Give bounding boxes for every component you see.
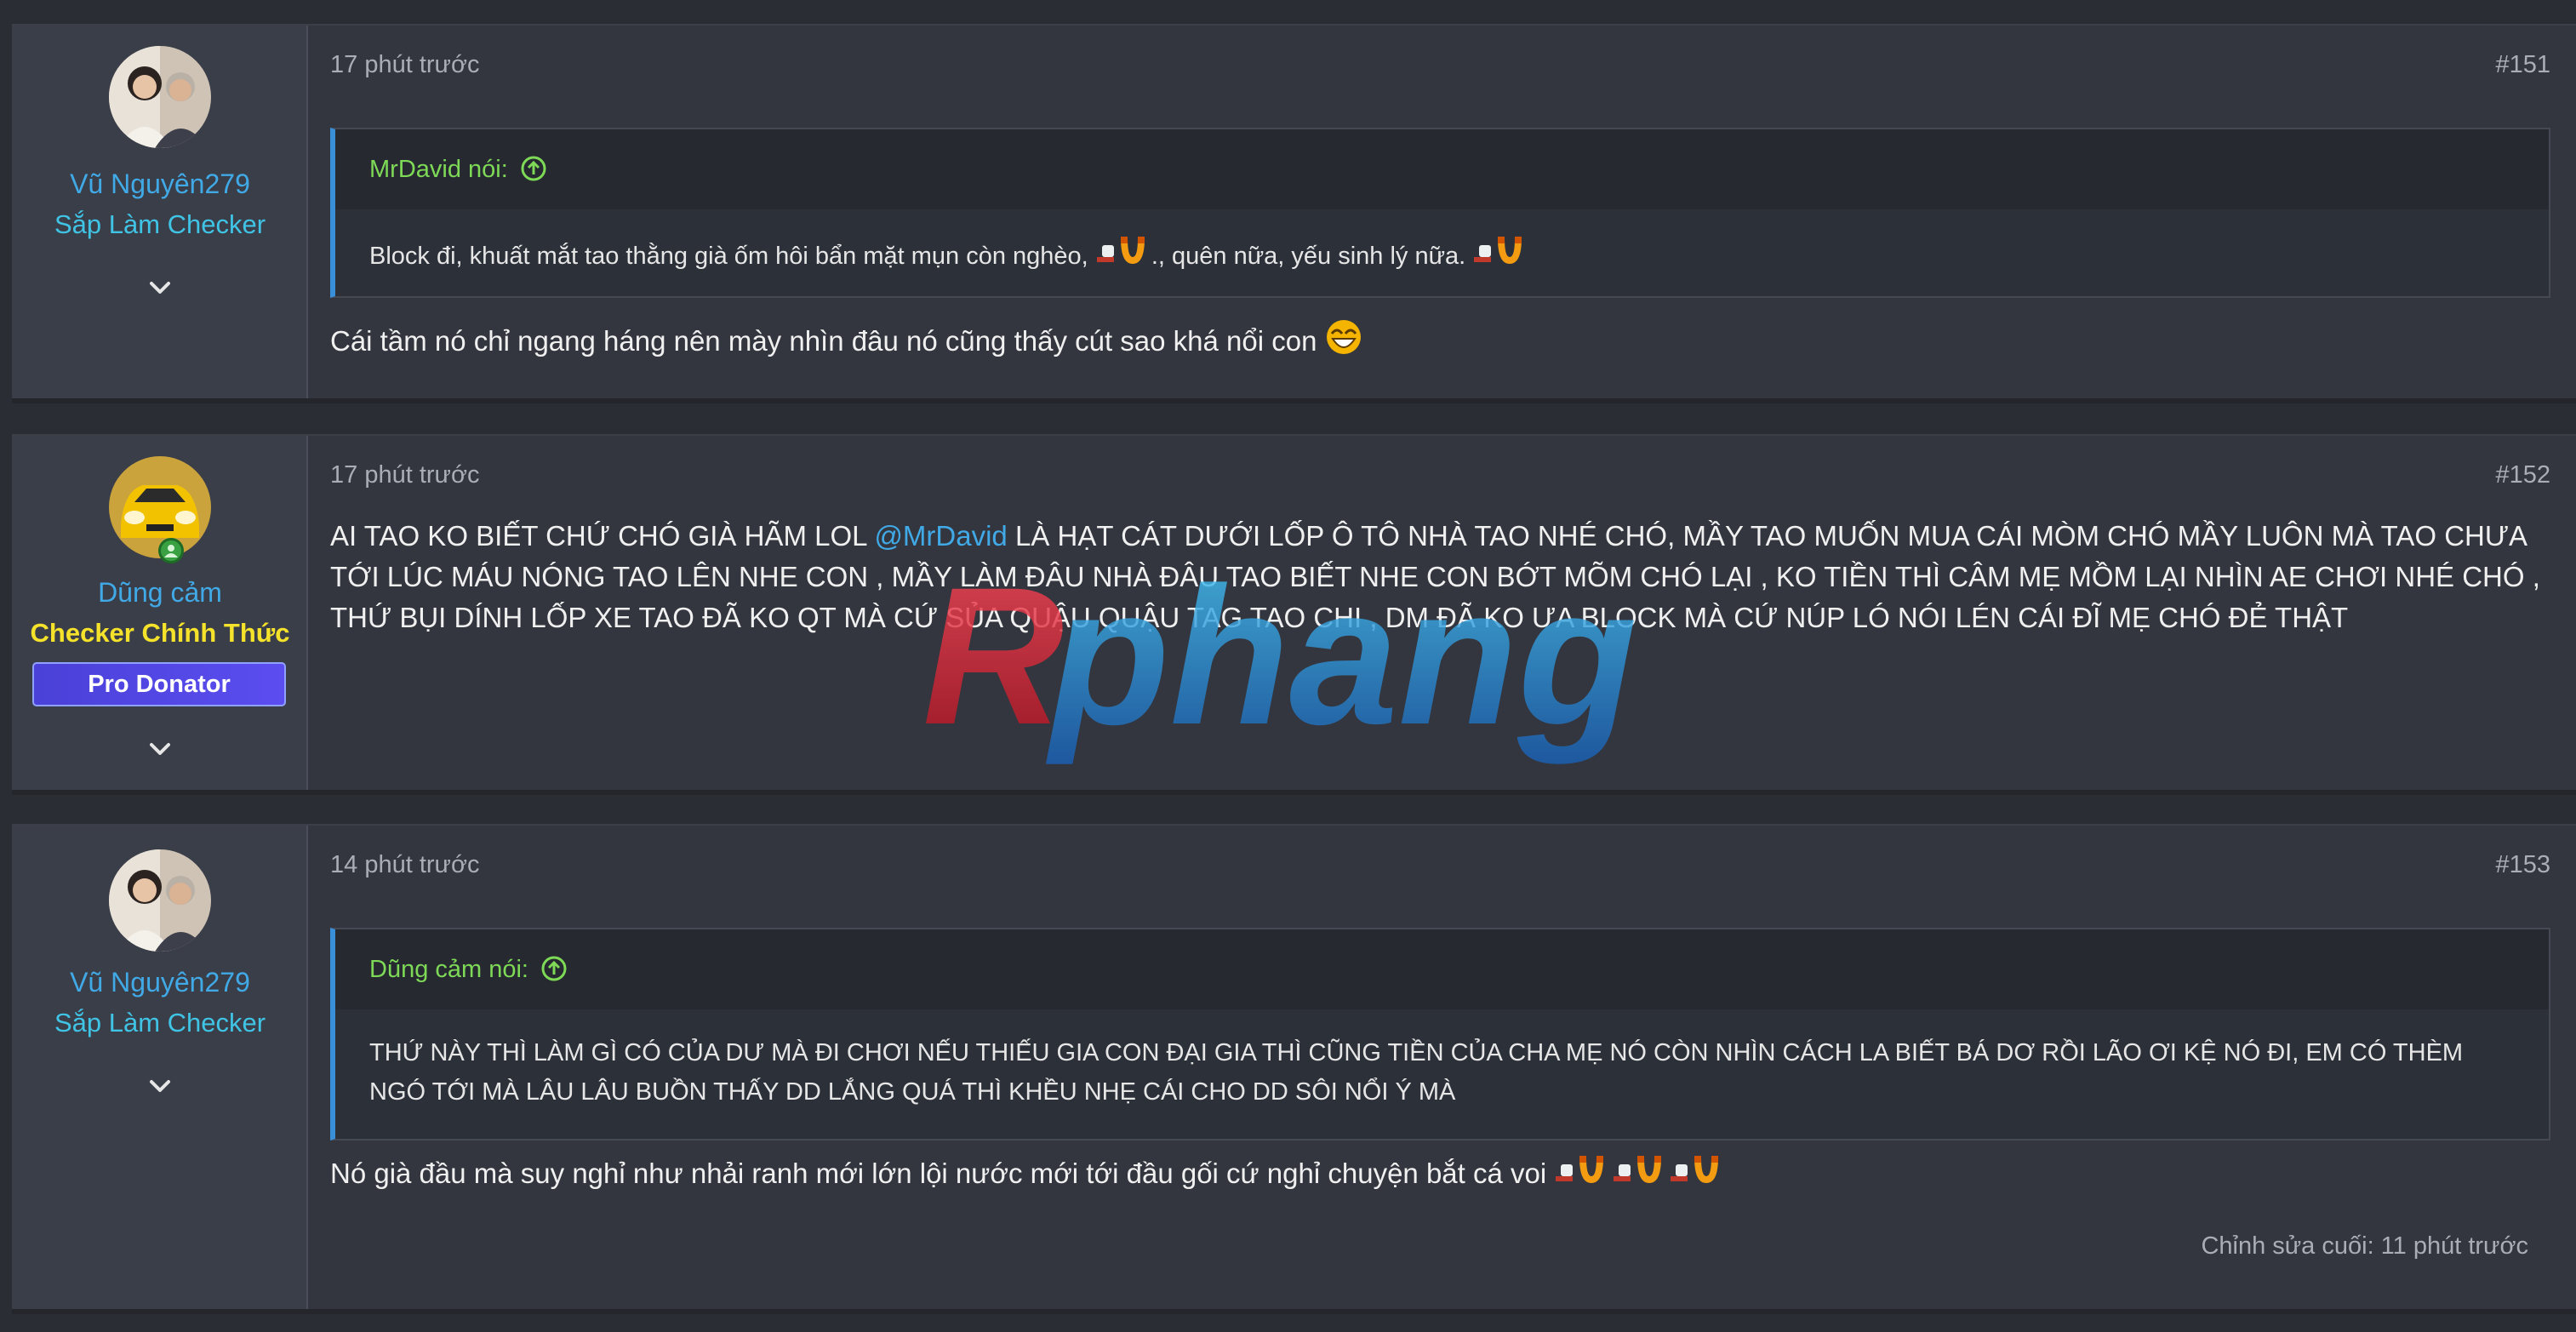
user-info: Dũng cảm Checker Chính Thức Pro Donator bbox=[12, 436, 308, 790]
post-number[interactable]: #153 bbox=[2495, 851, 2550, 879]
arrow-up-circle-icon[interactable] bbox=[540, 955, 568, 982]
quote-block: MrDavid nói: Block đi, khuất mắt tao thằ… bbox=[330, 128, 2550, 298]
post-content: 14 phút trước #153 Dũng cảm nói: THỨ NÀY… bbox=[330, 826, 2550, 1309]
quote-text: Block đi, khuất mắt tao thằng già ốm hôi… bbox=[335, 209, 2549, 303]
avatar[interactable] bbox=[109, 849, 211, 952]
user-title: Sắp Làm Checker bbox=[54, 209, 266, 239]
user-badge: Pro Donator bbox=[32, 662, 286, 706]
quote-header[interactable]: MrDavid nói: bbox=[335, 129, 2549, 209]
username[interactable]: Vũ Nguyên279 bbox=[12, 169, 308, 200]
user-info: Vũ Nguyên279 Sắp Làm Checker bbox=[12, 26, 308, 398]
post-message-text: Nó già đầu mà suy nghỉ như nhải ranh mới… bbox=[330, 1158, 1547, 1189]
user-title: Sắp Làm Checker bbox=[54, 1008, 266, 1038]
magnet-emoji-icon bbox=[1554, 1152, 1604, 1199]
magnet-emoji-icon bbox=[1472, 233, 1522, 281]
post-message-text: Cái tầm nó chỉ ngang háng nên mày nhìn đ… bbox=[330, 325, 1317, 357]
chevron-down-icon[interactable] bbox=[143, 1069, 177, 1103]
quote-text-part: ., quên nữa, yếu sinh lý nữa. bbox=[1151, 243, 1466, 270]
quote-author[interactable]: MrDavid nói: bbox=[369, 156, 508, 183]
post-153: Vũ Nguyên279 Sắp Làm Checker 14 phút trư… bbox=[12, 824, 2576, 1314]
quote-block: Dũng cảm nói: THỨ NÀY THÌ LÀM GÌ CÓ CỦA … bbox=[330, 928, 2550, 1140]
avatar[interactable] bbox=[109, 46, 211, 148]
post-number[interactable]: #152 bbox=[2495, 461, 2550, 489]
quote-text: THỨ NÀY THÌ LÀM GÌ CÓ CỦA DƯ MÀ ĐI CHƠI … bbox=[369, 1039, 2464, 1106]
chevron-down-icon[interactable] bbox=[143, 732, 177, 766]
quote-text-part: Block đi, khuất mắt tao thằng già ốm hôi… bbox=[369, 243, 1088, 270]
magnet-emoji-icon bbox=[1095, 233, 1145, 281]
username[interactable]: Vũ Nguyên279 bbox=[12, 967, 308, 998]
post-152: Dũng cảm Checker Chính Thức Pro Donator … bbox=[12, 434, 2576, 795]
magnet-emoji-icon bbox=[1669, 1152, 1718, 1199]
user-mention-link[interactable]: @MrDavid bbox=[874, 520, 1007, 552]
post-151: Vũ Nguyên279 Sắp Làm Checker 17 phút trư… bbox=[12, 24, 2576, 403]
quote-author[interactable]: Dũng cảm nói: bbox=[369, 956, 528, 983]
post-message: Cái tầm nó chỉ ngang háng nên mày nhìn đ… bbox=[330, 318, 2550, 367]
user-info: Vũ Nguyên279 Sắp Làm Checker bbox=[12, 826, 308, 1309]
post-time[interactable]: 14 phút trước bbox=[330, 851, 479, 879]
thread: Vũ Nguyên279 Sắp Làm Checker 17 phút trư… bbox=[12, 0, 2576, 1332]
user-title: Checker Chính Thức bbox=[30, 618, 290, 648]
post-message-text: AI TAO KO BIẾT CHỨ CHÓ GIÀ HÃM LOL bbox=[330, 520, 875, 552]
post-content: 17 phút trước #152 AI TAO KO BIẾT CHỨ CH… bbox=[330, 436, 2550, 790]
edited-note: Chỉnh sửa cuối: 11 phút trước bbox=[2201, 1232, 2528, 1260]
post-message: Nó già đầu mà suy nghỉ như nhải ranh mới… bbox=[330, 1152, 2550, 1199]
post-number[interactable]: #151 bbox=[2495, 51, 2550, 79]
post-time[interactable]: 17 phút trước bbox=[330, 51, 479, 79]
post-content: 17 phút trước #151 MrDavid nói: Block đi… bbox=[330, 26, 2550, 398]
online-indicator-icon bbox=[158, 538, 184, 563]
username[interactable]: Dũng cảm bbox=[12, 577, 308, 609]
arrow-up-circle-icon[interactable] bbox=[520, 155, 547, 182]
post-message: AI TAO KO BIẾT CHỨ CHÓ GIÀ HÃM LOL @MrDa… bbox=[330, 516, 2550, 638]
magnet-emoji-icon bbox=[1612, 1152, 1661, 1199]
chevron-down-icon[interactable] bbox=[143, 271, 177, 305]
post-time[interactable]: 17 phút trước bbox=[330, 461, 479, 489]
grin-emoji-icon bbox=[1325, 318, 1362, 367]
quote-header[interactable]: Dũng cảm nói: bbox=[335, 929, 2549, 1009]
